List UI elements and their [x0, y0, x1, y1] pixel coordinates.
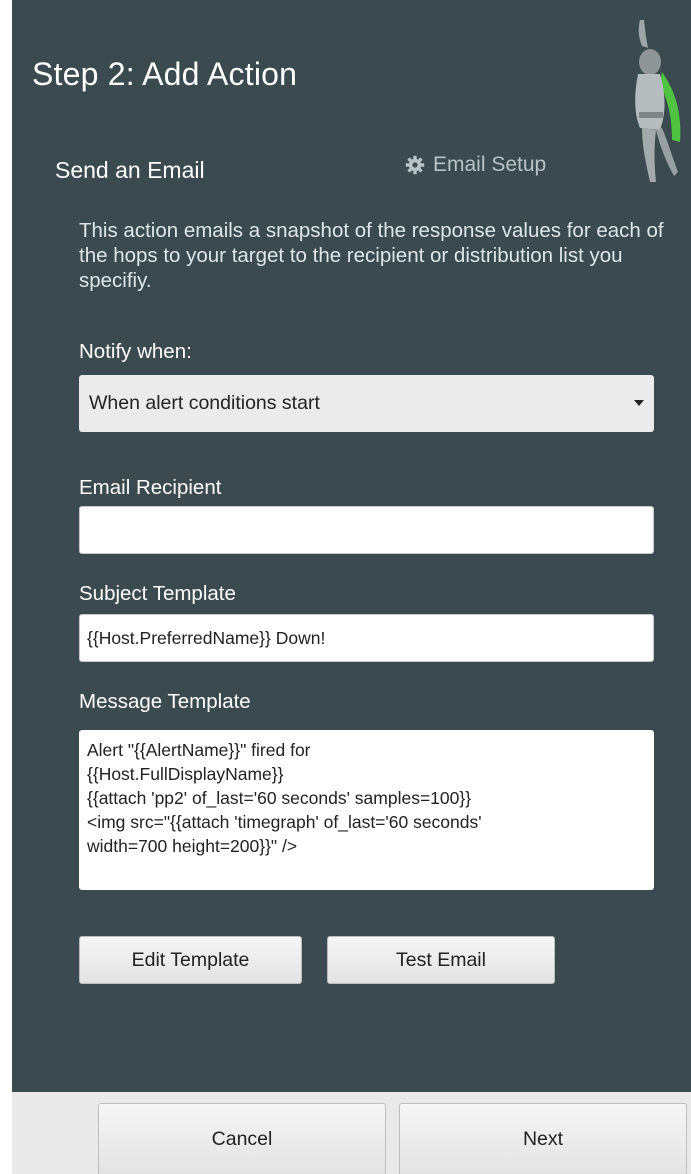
subject-template-label: Subject Template	[79, 582, 236, 605]
email-setup-label: Email Setup	[433, 153, 547, 176]
gear-icon	[405, 155, 425, 175]
test-email-button[interactable]: Test Email	[327, 936, 555, 984]
email-recipient-input[interactable]	[79, 506, 654, 554]
notify-when-value: When alert conditions start	[89, 392, 320, 414]
add-action-panel: Step 2: Add Action Send an Email Email S…	[12, 0, 691, 1092]
email-setup-link[interactable]: Email Setup	[405, 150, 546, 180]
superhero-mascot-icon	[635, 20, 681, 182]
page-title: Step 2: Add Action	[32, 56, 298, 92]
email-recipient-label: Email Recipient	[79, 476, 222, 499]
edit-template-button[interactable]: Edit Template	[79, 936, 302, 984]
message-template-textarea[interactable]: Alert "{{AlertName}}" fired for {{Host.F…	[79, 730, 654, 890]
message-template-label: Message Template	[79, 690, 251, 713]
next-button[interactable]: Next	[399, 1103, 687, 1174]
section-title: Send an Email	[55, 157, 205, 183]
action-description: This action emails a snapshot of the res…	[79, 219, 664, 292]
cancel-button[interactable]: Cancel	[98, 1103, 386, 1174]
notify-when-label: Notify when:	[79, 340, 192, 363]
caret-down-icon	[634, 400, 644, 406]
notify-when-select[interactable]: When alert conditions start	[79, 375, 654, 432]
footer-bar: Cancel Next	[12, 1092, 691, 1174]
subject-template-input[interactable]	[79, 614, 654, 662]
